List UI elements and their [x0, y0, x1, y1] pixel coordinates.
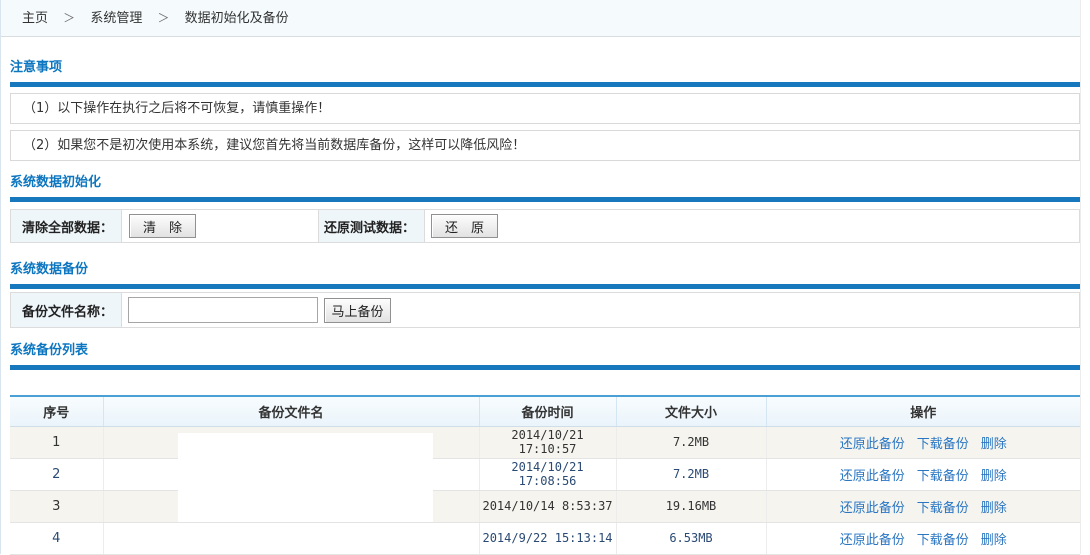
cell-actions: 还原此备份下载备份删除 — [766, 522, 1080, 554]
delete-backup-link[interactable]: 删除 — [981, 437, 1007, 452]
backup-table: 序号 备份文件名 备份时间 文件大小 操作 1 2014/10/21 17:10… — [10, 395, 1080, 555]
cell-index: 2 — [10, 458, 103, 490]
breadcrumb-separator: ＞ — [157, 11, 169, 25]
restore-button-cell: 还 原 — [425, 210, 1079, 242]
cell-actions: 还原此备份下载备份删除 — [766, 426, 1080, 458]
cell-file-size: 7.2MB — [616, 426, 766, 458]
init-section-title: 系统数据初始化 — [10, 174, 1080, 192]
restore-test-data-label: 还原测试数据： — [319, 210, 425, 242]
cell-index: 3 — [10, 490, 103, 522]
cell-actions: 还原此备份下载备份删除 — [766, 490, 1080, 522]
download-backup-link[interactable]: 下载备份 — [917, 437, 969, 452]
notes-section-title: 注意事项 — [10, 59, 1080, 77]
cell-backup-time: 2014/10/21 17:08:56 — [479, 458, 616, 490]
init-section-divider — [10, 197, 1080, 202]
note-item-1: （1）以下操作在执行之后将不可恢复，请慎重操作！ — [10, 93, 1080, 124]
cell-file-size: 19.16MB — [616, 490, 766, 522]
restore-backup-link[interactable]: 还原此备份 — [840, 501, 905, 516]
cell-actions: 还原此备份下载备份删除 — [766, 458, 1080, 490]
restore-backup-link[interactable]: 还原此备份 — [840, 469, 905, 484]
breadcrumb-current-page: 数据初始化及备份 — [185, 11, 289, 26]
main-content: 注意事项 （1）以下操作在执行之后将不可恢复，请慎重操作！ （2）如果您不是初次… — [10, 59, 1080, 555]
list-section-divider — [10, 365, 1080, 370]
clear-all-data-label: 清除全部数据： — [11, 210, 122, 242]
breadcrumb-system-management[interactable]: 系统管理 — [90, 11, 142, 26]
cell-file-size: 7.2MB — [616, 458, 766, 490]
backup-filename-input[interactable] — [128, 297, 318, 323]
table-header-row: 序号 备份文件名 备份时间 文件大小 操作 — [10, 396, 1080, 426]
table-row-1: 1 2014/10/21 17:10:57 7.2MB 还原此备份下载备份删除 — [10, 426, 1080, 458]
backup-section-title: 系统数据备份 — [10, 261, 1080, 279]
backup-input-cell: 马上备份 — [122, 293, 1079, 327]
backup-form-row: 备份文件名称： 马上备份 — [10, 292, 1080, 328]
breadcrumb: 主页 ＞ 系统管理 ＞ 数据初始化及备份 — [1, 0, 1080, 37]
col-header-actions: 操作 — [766, 396, 1080, 426]
restore-button[interactable]: 还 原 — [431, 214, 498, 238]
breadcrumb-separator: ＞ — [63, 11, 75, 25]
redaction-overlay — [178, 433, 433, 522]
table-row-4: 4 2014/9/22 15:13:14 6.53MB 还原此备份下载备份删除 — [10, 522, 1080, 554]
cell-index: 4 — [10, 522, 103, 554]
cell-backup-time: 2014/9/22 15:13:14 — [479, 522, 616, 554]
restore-backup-link[interactable]: 还原此备份 — [840, 533, 905, 548]
list-section-title: 系统备份列表 — [10, 342, 1080, 360]
table-row-2: 2 2014/10/21 17:08:56 7.2MB 还原此备份下载备份删除 — [10, 458, 1080, 490]
delete-backup-link[interactable]: 删除 — [981, 501, 1007, 516]
cell-filename — [103, 522, 479, 554]
download-backup-link[interactable]: 下载备份 — [917, 469, 969, 484]
col-header-size: 文件大小 — [616, 396, 766, 426]
breadcrumb-home[interactable]: 主页 — [22, 11, 48, 26]
page: 主页 ＞ 系统管理 ＞ 数据初始化及备份 注意事项 （1）以下操作在执行之后将不… — [0, 0, 1081, 554]
backup-now-button[interactable]: 马上备份 — [324, 298, 391, 323]
col-header-filename: 备份文件名 — [103, 396, 479, 426]
delete-backup-link[interactable]: 删除 — [981, 533, 1007, 548]
note-item-2: （2）如果您不是初次使用本系统，建议您首先将当前数据库备份，这样可以降低风险！ — [10, 130, 1080, 161]
restore-backup-link[interactable]: 还原此备份 — [840, 437, 905, 452]
download-backup-link[interactable]: 下载备份 — [917, 501, 969, 516]
download-backup-link[interactable]: 下载备份 — [917, 533, 969, 548]
clear-button[interactable]: 清 除 — [129, 214, 196, 238]
cell-backup-time: 2014/10/21 17:10:57 — [479, 426, 616, 458]
table-row-3: 3 2014/10/14 8:53:37 19.16MB 还原此备份下载备份删除 — [10, 490, 1080, 522]
backup-section-divider — [10, 284, 1080, 289]
col-header-index: 序号 — [10, 396, 103, 426]
backup-filename-label: 备份文件名称： — [11, 293, 122, 327]
delete-backup-link[interactable]: 删除 — [981, 469, 1007, 484]
cell-backup-time: 2014/10/14 8:53:37 — [479, 490, 616, 522]
cell-index: 1 — [10, 426, 103, 458]
init-actions-row: 清除全部数据： 清 除 还原测试数据： 还 原 — [10, 209, 1080, 243]
col-header-time: 备份时间 — [479, 396, 616, 426]
clear-button-cell: 清 除 — [122, 210, 319, 242]
notes-section-divider — [10, 82, 1080, 87]
cell-file-size: 6.53MB — [616, 522, 766, 554]
